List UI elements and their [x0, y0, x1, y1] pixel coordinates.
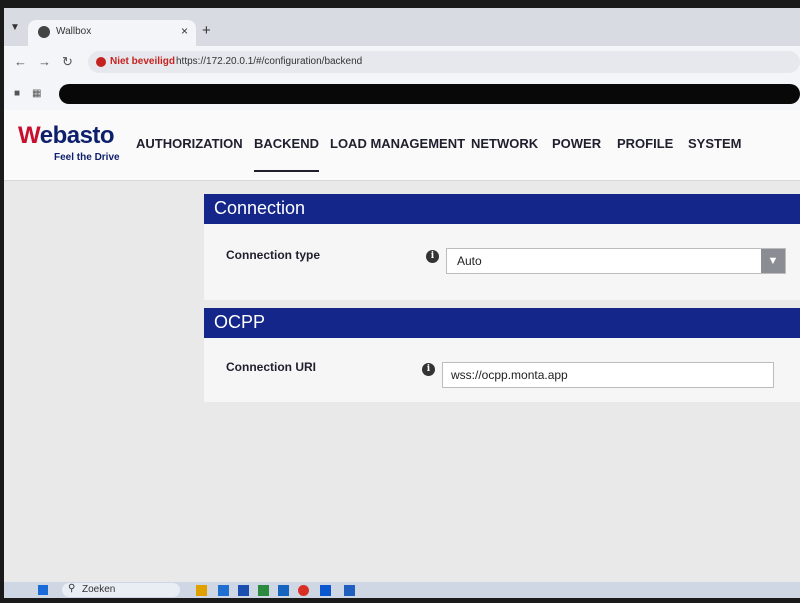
app-header: Webasto Feel the Drive AUTHORIZATION BAC…: [4, 110, 800, 181]
taskbar-app-icon[interactable]: [258, 585, 269, 596]
forward-icon[interactable]: →: [38, 54, 51, 69]
nav-system[interactable]: SYSTEM: [688, 136, 741, 151]
address-bar: ← → ↻ Niet beveiligd https://172.20.0.1/…: [4, 46, 800, 78]
logo-text: ebasto: [39, 122, 115, 149]
ocpp-card: Connection URI i: [204, 338, 800, 402]
taskbar-app-icon[interactable]: [238, 585, 249, 596]
connection-card: Connection type i Auto ▼: [204, 224, 800, 300]
bookmark-folder-icon[interactable]: ■: [14, 88, 20, 99]
taskbar-app-icon[interactable]: [278, 585, 289, 596]
search-icon: ⚲: [68, 583, 76, 594]
browser-tab[interactable]: Wallbox ×: [28, 20, 196, 46]
security-label[interactable]: Niet beveiligd: [110, 56, 175, 67]
logo-tagline: Feel the Drive: [54, 152, 120, 163]
url-input[interactable]: Niet beveiligd https://172.20.0.1/#/conf…: [88, 51, 800, 73]
bookmarks-bar: ■ ▦: [4, 78, 800, 111]
new-tab-icon[interactable]: +: [202, 22, 211, 39]
not-secure-icon: [96, 57, 106, 67]
taskbar-search[interactable]: ⚲ Zoeken: [62, 583, 180, 597]
apps-grid-icon[interactable]: ▦: [32, 88, 41, 99]
reload-icon[interactable]: ↻: [62, 54, 73, 70]
nav-power[interactable]: POWER: [552, 136, 601, 151]
connection-uri-label: Connection URI: [226, 360, 316, 374]
webasto-logo[interactable]: Webasto: [18, 122, 115, 150]
ocpp-card-title: OCPP: [204, 308, 800, 338]
nav-profile[interactable]: PROFILE: [617, 136, 673, 151]
taskbar-app-icon[interactable]: [218, 585, 229, 596]
connection-type-value: Auto: [457, 254, 482, 268]
nav-load-management[interactable]: LOAD MANAGEMENT: [330, 136, 465, 151]
connection-type-info-icon[interactable]: i: [426, 250, 439, 263]
screen: ▼ Wallbox × + ← → ↻ Niet beveiligd https…: [4, 8, 800, 598]
redaction-mark: [59, 84, 800, 104]
nav-authorization[interactable]: AUTHORIZATION: [136, 136, 243, 151]
chrome-icon[interactable]: [298, 585, 309, 596]
taskbar-search-label: Zoeken: [82, 584, 116, 595]
tab-search-icon[interactable]: ▼: [10, 22, 20, 33]
url-text: https://172.20.0.1/#/configuration/backe…: [176, 56, 363, 67]
file-explorer-icon[interactable]: [196, 585, 207, 596]
connection-card-title: Connection: [204, 194, 800, 224]
back-icon[interactable]: ←: [14, 54, 27, 69]
connection-uri-input[interactable]: [442, 362, 774, 388]
browser-tab-bar: ▼ Wallbox × +: [4, 8, 800, 46]
connection-uri-info-icon[interactable]: i: [422, 363, 435, 376]
connection-type-label: Connection type: [226, 248, 321, 262]
taskbar-app-icon[interactable]: [344, 585, 355, 596]
tab-favicon-icon: [38, 26, 50, 38]
nav-backend[interactable]: BACKEND: [254, 136, 319, 172]
tab-close-icon[interactable]: ×: [181, 24, 188, 38]
logo-w: W: [18, 122, 40, 149]
connection-type-select[interactable]: Auto ▼: [446, 248, 786, 274]
windows-taskbar: ⚲ Zoeken: [4, 582, 800, 598]
windows-start-icon[interactable]: [38, 585, 48, 595]
chevron-down-icon[interactable]: ▼: [761, 249, 785, 273]
nav-network[interactable]: NETWORK: [471, 136, 538, 151]
tab-title: Wallbox: [56, 26, 92, 37]
taskbar-app-icon[interactable]: [320, 585, 331, 596]
